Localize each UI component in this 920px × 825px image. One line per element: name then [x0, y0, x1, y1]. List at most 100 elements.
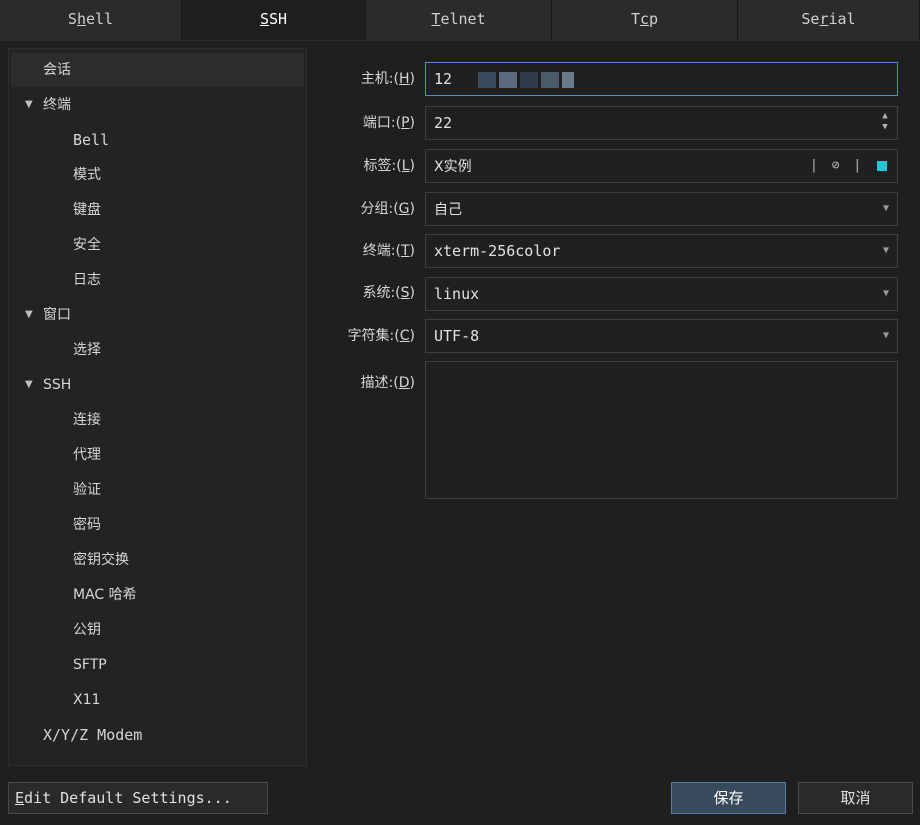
separator-icon: |	[810, 158, 818, 173]
tree-item-log[interactable]: 日志	[11, 263, 304, 297]
button-label: dit Default Settings...	[24, 789, 232, 807]
save-button[interactable]: 保存	[671, 782, 786, 814]
charset-label: 字符集:(C)	[347, 328, 415, 344]
tree-item-select[interactable]: 选择	[11, 333, 304, 367]
tab-label: ell	[85, 10, 114, 28]
tab-label: SH	[268, 10, 288, 28]
tree-item-security[interactable]: 安全	[11, 228, 304, 262]
terminal-type-value: xterm-256color	[434, 242, 561, 260]
tab-label: ial	[828, 10, 856, 28]
cancel-button[interactable]: 取消	[798, 782, 913, 814]
tree-item-session[interactable]: 会话	[11, 53, 304, 87]
dropdown-arrow-icon: ▼	[882, 245, 889, 256]
tag-tools: | ⊘ |	[810, 150, 887, 182]
tree-item-cipher[interactable]: 密码	[11, 508, 304, 542]
tree-item-mode[interactable]: 模式	[11, 158, 304, 192]
tree-item-label: 键盘	[73, 202, 101, 218]
tree-item-label: X/Y/Z Modem	[43, 726, 143, 744]
tree-item-pubkey[interactable]: 公钥	[11, 613, 304, 647]
terminal-type-select[interactable]: xterm-256color ▼	[425, 234, 898, 268]
clear-color-icon[interactable]: ⊘	[832, 158, 840, 173]
host-input[interactable]: 12	[425, 62, 898, 96]
tree-item-label: Bell	[73, 131, 110, 149]
tree-item-modem[interactable]: X/Y/Z Modem	[11, 718, 304, 752]
tag-value: X实例	[434, 159, 472, 175]
tree-item-label: 代理	[73, 447, 101, 463]
edit-default-settings-button[interactable]: Edit Default Settings...	[8, 782, 268, 814]
tab-label: S	[67, 10, 77, 28]
tag-color-swatch[interactable]	[877, 160, 887, 171]
tree-item-x11[interactable]: X11	[11, 683, 304, 717]
tree-item-proxy[interactable]: 代理	[11, 438, 304, 472]
tab-telnet[interactable]: Telnet	[366, 0, 552, 40]
charset-select[interactable]: UTF-8 ▼	[425, 319, 898, 353]
group-value: 自己	[434, 202, 462, 218]
tab-label: p	[649, 10, 659, 28]
tag-label: 标签:(L)	[363, 158, 415, 174]
tree-item-label: X11	[73, 692, 101, 708]
charset-value: UTF-8	[434, 327, 480, 345]
tag-input[interactable]: X实例 | ⊘ |	[425, 149, 898, 183]
expand-arrow-icon[interactable]: ▼	[25, 368, 33, 402]
host-value: 12	[434, 70, 453, 88]
tab-shell[interactable]: Shell	[0, 0, 182, 40]
settings-tree: 会话 ▼ 终端 Bell 模式 键盘 安全 日志 ▼ 窗口 选择 ▼ SSH 连接 代…	[8, 48, 307, 766]
tree-item-label: 终端	[43, 97, 71, 113]
port-input[interactable]: 22 ▲ ▼	[425, 106, 898, 140]
tree-item-label: 连接	[73, 412, 101, 428]
port-value: 22	[434, 114, 453, 132]
tab-label: Se	[801, 10, 820, 28]
dropdown-arrow-icon: ▼	[882, 203, 889, 214]
protocol-tab-bar: Shell SSH Telnet Tcp Serial	[0, 0, 920, 41]
button-mnemonic: E	[15, 789, 25, 807]
group-select[interactable]: 自己 ▼	[425, 192, 898, 226]
tree-item-keyboard[interactable]: 键盘	[11, 193, 304, 227]
tree-item-label: 密码	[73, 517, 101, 533]
system-label: 系统:(S)	[362, 285, 415, 301]
tab-serial[interactable]: Serial	[738, 0, 920, 40]
description-textarea[interactable]	[425, 361, 898, 499]
description-label: 描述:(D)	[360, 375, 415, 391]
tab-mnemonic: r	[819, 10, 829, 28]
tree-item-window[interactable]: ▼ 窗口	[11, 298, 304, 332]
group-label: 分组:(G)	[360, 201, 415, 217]
separator-icon: |	[853, 158, 862, 173]
tree-item-sftp[interactable]: SFTP	[11, 648, 304, 682]
tree-item-label: 密钥交换	[73, 552, 129, 568]
tab-ssh[interactable]: SSH	[182, 0, 366, 40]
tab-mnemonic: c	[639, 10, 650, 28]
tree-item-terminal[interactable]: ▼ 终端	[11, 88, 304, 122]
tree-item-label: 日志	[73, 272, 101, 288]
tree-item-label: 安全	[73, 237, 101, 253]
system-select[interactable]: linux ▼	[425, 277, 898, 311]
tree-item-mac[interactable]: MAC 哈希	[11, 578, 304, 612]
expand-arrow-icon[interactable]: ▼	[25, 298, 33, 332]
host-label: 主机:(H)	[360, 71, 415, 87]
system-value: linux	[434, 285, 480, 303]
tree-item-label: 会话	[43, 62, 71, 78]
tree-item-label: 窗口	[43, 307, 71, 323]
terminal-type-label: 终端:(T)	[362, 243, 415, 259]
tree-item-label: 公钥	[73, 622, 101, 638]
tree-item-label: 模式	[73, 167, 101, 183]
tab-mnemonic: S	[259, 10, 269, 28]
tab-tcp[interactable]: Tcp	[552, 0, 738, 40]
tree-item-kex[interactable]: 密钥交换	[11, 543, 304, 577]
tree-item-label: SSH	[43, 377, 72, 393]
tree-item-ssh[interactable]: ▼ SSH	[11, 368, 304, 402]
tab-label: T	[630, 10, 640, 28]
tree-item-bell[interactable]: Bell	[11, 123, 304, 157]
port-spinner-icon[interactable]: ▲ ▼	[879, 111, 891, 133]
tree-item-label: SFTP	[73, 657, 107, 673]
tree-item-auth[interactable]: 验证	[11, 473, 304, 507]
tree-item-label: 选择	[73, 342, 101, 358]
port-label: 端口:(P)	[362, 115, 415, 131]
tab-label: elnet	[440, 10, 486, 28]
tab-mnemonic: h	[76, 10, 86, 28]
button-label: 保存	[713, 789, 744, 807]
tree-item-label: 验证	[73, 482, 101, 498]
expand-arrow-icon[interactable]: ▼	[25, 88, 33, 122]
tree-item-connect[interactable]: 连接	[11, 403, 304, 437]
button-label: 取消	[840, 789, 871, 807]
dropdown-arrow-icon: ▼	[882, 288, 889, 299]
